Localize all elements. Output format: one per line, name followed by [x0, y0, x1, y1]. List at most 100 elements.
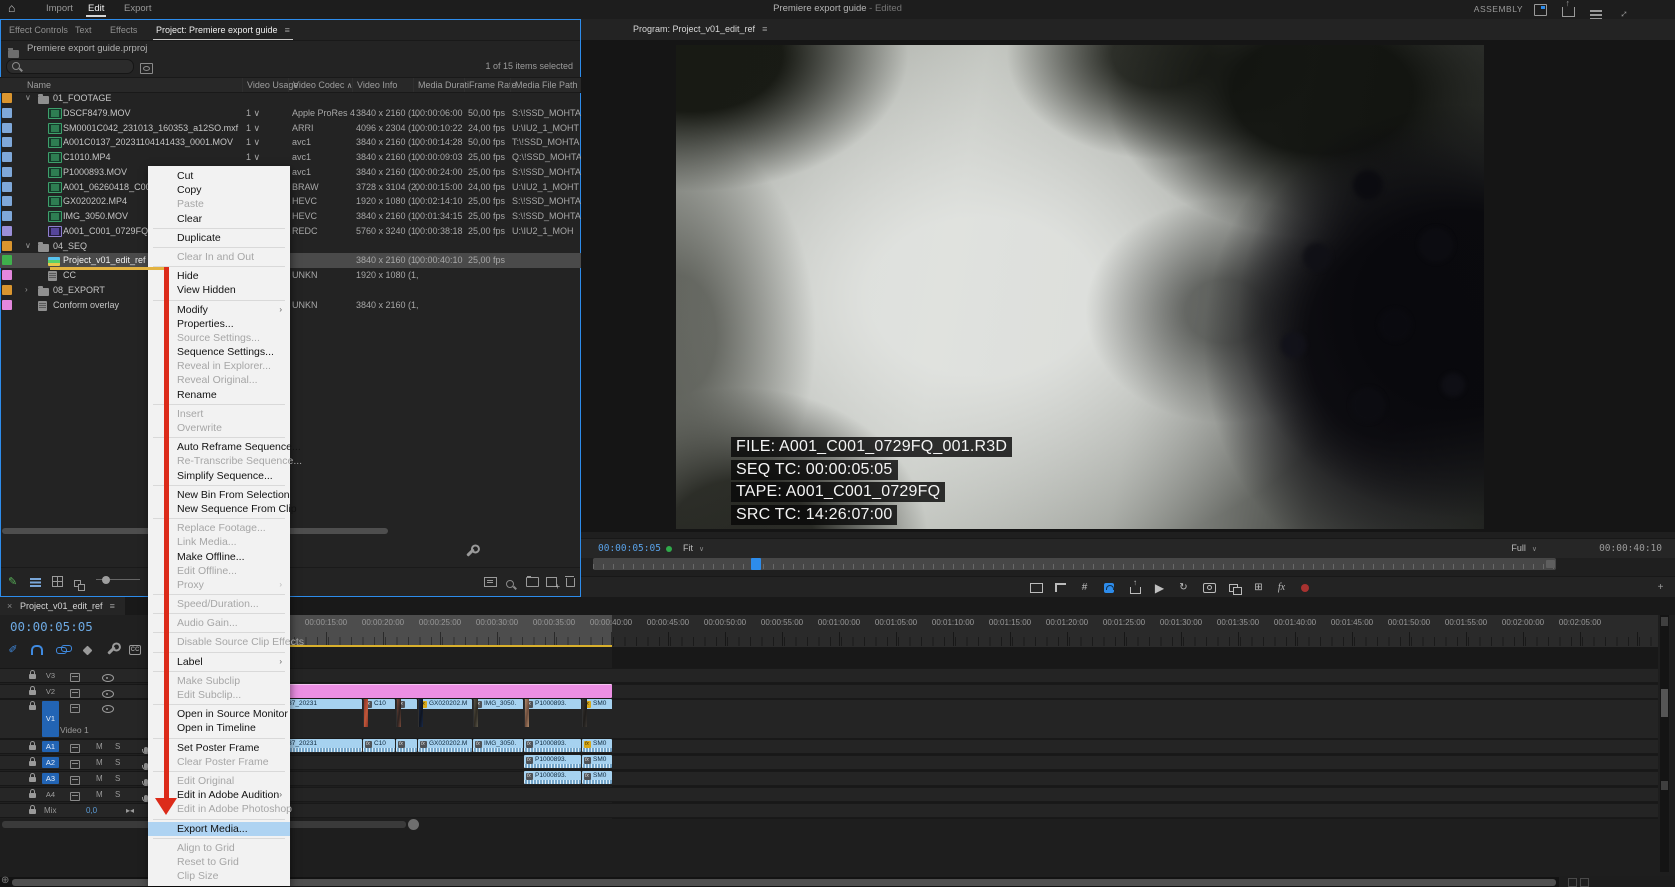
- column-header-frame-rate[interactable]: Frame Rate: [464, 78, 517, 92]
- label-color-chip[interactable]: [2, 300, 12, 310]
- project-row-dscf8479-mov[interactable]: DSCF8479.MOV1 ∨Apple ProRes 43840 x 2160…: [0, 106, 581, 121]
- timeline-clip-sm0[interactable]: SM0fx: [582, 739, 612, 752]
- search-filter-icon[interactable]: [140, 63, 153, 74]
- expander-icon[interactable]: ›: [25, 283, 28, 297]
- sync-lock-icon[interactable]: [70, 673, 80, 682]
- play-icon[interactable]: ▶: [1152, 580, 1167, 595]
- lock-track-icon[interactable]: [29, 690, 36, 695]
- automate-to-sequence-icon[interactable]: [484, 574, 497, 592]
- lock-track-icon[interactable]: [29, 809, 36, 814]
- timeline-clip-p1000893[interactable]: P1000893.fx: [524, 699, 581, 737]
- timeline-clip-unnamed[interactable]: fx: [396, 699, 417, 737]
- panel-menu-icon[interactable]: ≡: [285, 25, 290, 35]
- search-input[interactable]: [6, 59, 134, 74]
- timeline-clip-p1000893[interactable]: P1000893.fx: [524, 755, 581, 768]
- label-color-chip[interactable]: [2, 137, 12, 147]
- mute-track-button[interactable]: M: [96, 788, 103, 801]
- menu-item-hide[interactable]: Hide: [148, 269, 290, 283]
- label-color-chip[interactable]: [2, 255, 12, 265]
- label-color-chip[interactable]: [2, 123, 12, 133]
- sync-lock-icon[interactable]: [70, 760, 80, 769]
- multicam-view-icon[interactable]: ⊞: [1251, 580, 1266, 595]
- menu-item-set-poster-frame[interactable]: Set Poster Frame: [148, 741, 290, 755]
- video-usage[interactable]: 1 ∨: [246, 106, 260, 121]
- project-row-project-v01-edit-ref[interactable]: Project_v01_edit_ref3840 x 2160 (1,00:00…: [0, 253, 581, 268]
- project-row-a001c0137-20231104141433-0001-mov[interactable]: A001C0137_20231104141433_0001.MOV1 ∨avc1…: [0, 135, 581, 150]
- column-header-video-codec[interactable]: Video Codec ∧: [288, 78, 352, 92]
- column-header-media-file-path[interactable]: Media File Path: [510, 78, 578, 92]
- label-color-chip[interactable]: [2, 108, 12, 118]
- guides-icon[interactable]: [1053, 580, 1068, 595]
- timeline-clip-p1000893[interactable]: P1000893.fx: [524, 771, 581, 784]
- delete-icon[interactable]: [566, 574, 575, 592]
- add-track-icon[interactable]: ⊕: [1, 875, 9, 886]
- toggle-track-output-icon[interactable]: [102, 690, 114, 698]
- mute-track-button[interactable]: M: [96, 740, 103, 753]
- menu-item-cut[interactable]: Cut: [148, 169, 290, 183]
- workspaces-icon[interactable]: [1534, 3, 1547, 16]
- timeline-clip-sm0[interactable]: SM0fx: [582, 755, 612, 768]
- linked-selection-icon[interactable]: [54, 643, 68, 657]
- column-header-media-durati[interactable]: Media Durati: [413, 78, 469, 92]
- label-color-chip[interactable]: [2, 226, 12, 236]
- panel-menu-icon[interactable]: ≡: [110, 601, 115, 611]
- lock-track-icon[interactable]: [29, 793, 36, 798]
- mute-track-button[interactable]: M: [96, 756, 103, 769]
- mix-level-value[interactable]: 0,0: [86, 804, 97, 817]
- fullscreen-icon[interactable]: ↔: [1618, 3, 1631, 16]
- column-header-video-info[interactable]: Video Info: [352, 78, 397, 92]
- snapshot-icon[interactable]: [1202, 580, 1217, 595]
- snap-in-program-icon[interactable]: [1101, 580, 1116, 595]
- comparison-view-icon[interactable]: [1226, 580, 1241, 595]
- project-row-img-3050-mov[interactable]: IMG_3050.MOVHEVC3840 x 2160 (1,00:01:34:…: [0, 209, 581, 224]
- project-row-08-export[interactable]: ›08_EXPORT: [0, 283, 581, 298]
- video-usage[interactable]: 1 ∨: [246, 150, 260, 165]
- label-color-chip[interactable]: [2, 270, 12, 280]
- project-row-cc[interactable]: CCUNKN1920 x 1080 (1,: [0, 268, 581, 283]
- program-scrubber[interactable]: [593, 558, 1556, 570]
- zoom-level-dropdown[interactable]: Fit∨: [679, 541, 708, 555]
- project-row-04-seq[interactable]: ∨04_SEQ: [0, 239, 581, 254]
- menu-item-label[interactable]: Label›: [148, 655, 290, 669]
- safe-margins-icon[interactable]: [1029, 580, 1044, 595]
- insert-overwrite-toggle-icon[interactable]: ✐: [6, 643, 20, 657]
- track-lane-v3[interactable]: [237, 668, 1658, 683]
- label-color-chip[interactable]: [2, 241, 12, 251]
- track-target-v1[interactable]: V1: [42, 701, 59, 737]
- track-lane-a2[interactable]: [237, 755, 1658, 770]
- timeline-clip-gx020202-m[interactable]: GX020202.Mfx: [418, 699, 472, 737]
- solo-track-button[interactable]: S: [115, 740, 120, 753]
- track-target-a3[interactable]: A3: [42, 773, 59, 784]
- track-header-scrollbar-knob[interactable]: [408, 819, 419, 830]
- project-row-p1000893-mov[interactable]: P1000893.MOVavc13840 x 2160 (1,00:00:24:…: [0, 165, 581, 180]
- loop-icon[interactable]: ↻: [1176, 580, 1191, 595]
- lock-track-icon[interactable]: [29, 777, 36, 782]
- label-color-chip[interactable]: [2, 285, 12, 295]
- sync-lock-icon[interactable]: [70, 792, 80, 801]
- menu-item-auto-reframe-sequence[interactable]: Auto Reframe Sequence...: [148, 440, 290, 454]
- project-row-a001-c001-0729fq-0[interactable]: A001_C001_0729FQ_0REDC5760 x 3240 (1,00:…: [0, 224, 581, 239]
- track-lane-a3[interactable]: [237, 771, 1658, 786]
- video-usage[interactable]: 1 ∨: [246, 121, 260, 136]
- project-row-c1010-mp4[interactable]: C1010.MP41 ∨avc13840 x 2160 (1,00:00:09:…: [0, 150, 581, 165]
- track-target-v3[interactable]: V3: [42, 670, 59, 681]
- sync-lock-icon[interactable]: [70, 744, 80, 753]
- project-writable-icon[interactable]: ✎: [8, 572, 17, 590]
- timeline-settings-wrench-icon[interactable]: [104, 643, 118, 657]
- new-bin-icon[interactable]: [526, 574, 539, 592]
- workspace-label[interactable]: ASSEMBLY: [1474, 0, 1523, 18]
- menu-item-duplicate[interactable]: Duplicate: [148, 231, 290, 245]
- menu-item-properties[interactable]: Properties...: [148, 317, 290, 331]
- menu-item-export-media[interactable]: Export Media...: [148, 822, 290, 836]
- label-color-chip[interactable]: [2, 211, 12, 221]
- project-row-conform-overlay[interactable]: Conform overlayUNKN3840 x 2160 (1,: [0, 298, 581, 313]
- toggle-track-output-icon[interactable]: [102, 674, 114, 682]
- lock-track-icon[interactable]: [29, 705, 36, 710]
- lock-track-icon[interactable]: [29, 745, 36, 750]
- panel-layout-icon[interactable]: [1590, 3, 1603, 16]
- playback-resolution-dropdown[interactable]: Full∨: [1507, 541, 1541, 555]
- freeform-view-icon[interactable]: [74, 574, 81, 592]
- panel-tab-project-premiere-export-guide[interactable]: Project: Premiere export guide≡: [156, 20, 290, 40]
- panel-tab-effect-controls[interactable]: Effect Controls: [9, 20, 68, 40]
- program-monitor-tab[interactable]: Program: Project_v01_edit_ref≡: [633, 19, 767, 40]
